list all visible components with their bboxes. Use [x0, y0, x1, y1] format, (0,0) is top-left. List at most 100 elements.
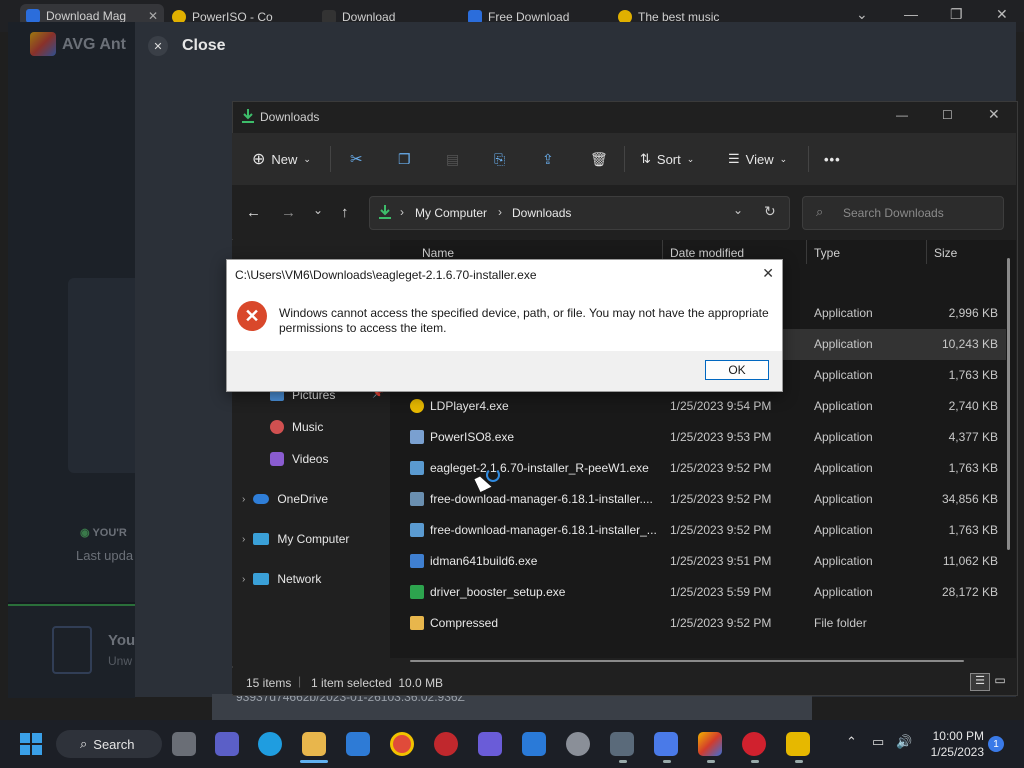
- nav-item-onedrive[interactable]: › OneDrive: [242, 487, 328, 511]
- more-options-button[interactable]: •••: [824, 146, 841, 172]
- table-row[interactable]: idman641build6.exe 1/25/2023 9:51 PM App…: [390, 546, 1006, 577]
- up-icon[interactable]: ↑: [341, 204, 349, 221]
- app-icon[interactable]: [522, 732, 546, 756]
- videos-icon: [270, 452, 284, 466]
- nav-item-network[interactable]: › Network: [242, 567, 321, 591]
- edge-icon[interactable]: [258, 732, 282, 756]
- search-placeholder[interactable]: Search Downloads: [843, 206, 944, 220]
- active-indicator: [300, 760, 328, 763]
- forward-icon[interactable]: →: [281, 204, 296, 221]
- table-row[interactable]: PowerISO8.exe 1/25/2023 9:53 PM Applicat…: [390, 422, 1006, 453]
- chevron-right-icon: ›: [498, 205, 502, 219]
- column-header-type[interactable]: Type: [814, 246, 840, 260]
- share-icon[interactable]: ⇪: [542, 146, 554, 172]
- paste-icon[interactable]: ▤: [446, 146, 459, 172]
- avg-promo-title: You: [108, 632, 136, 649]
- file-explorer-icon[interactable]: [302, 732, 326, 756]
- computer-icon: [253, 533, 270, 545]
- maximize-icon[interactable]: ☐: [942, 108, 953, 122]
- divider[interactable]: [806, 240, 807, 264]
- table-row[interactable]: driver_booster_setup.exe 1/25/2023 5:59 …: [390, 577, 1006, 608]
- vertical-scrollbar[interactable]: [1007, 258, 1010, 550]
- ldplayer-icon[interactable]: [786, 732, 810, 756]
- error-icon: ✕: [237, 301, 267, 331]
- details-view-icon[interactable]: ☰: [970, 673, 990, 691]
- chrome-icon[interactable]: [390, 732, 414, 756]
- back-icon[interactable]: ←: [246, 204, 261, 221]
- chevron-down-icon: ⌄: [303, 153, 311, 164]
- delete-icon[interactable]: 🗑: [590, 146, 608, 172]
- divider: [624, 146, 625, 172]
- avg-status-text: ◉ YOU'R: [80, 527, 127, 539]
- column-header-date[interactable]: Date modified: [670, 246, 744, 260]
- avg-icon[interactable]: [698, 732, 722, 756]
- chevron-down-icon[interactable]: ⌄: [856, 6, 868, 23]
- chevron-right-icon: ›: [400, 205, 404, 219]
- store-icon[interactable]: [346, 732, 370, 756]
- column-header-name[interactable]: Name: [422, 246, 454, 260]
- chevron-down-icon: ⌄: [779, 153, 788, 164]
- app-icon[interactable]: [654, 732, 678, 756]
- minimize-icon[interactable]: —: [904, 6, 918, 22]
- settings-icon[interactable]: [566, 732, 590, 756]
- minimize-icon[interactable]: —: [896, 108, 908, 122]
- breadcrumb-item[interactable]: My Computer: [415, 206, 487, 220]
- notification-badge[interactable]: 1: [988, 736, 1004, 752]
- close-window-icon[interactable]: ✕: [996, 6, 1008, 23]
- network-icon[interactable]: ▭: [872, 734, 884, 750]
- divider: [808, 146, 809, 172]
- recent-locations-icon[interactable]: ⌄: [313, 203, 323, 217]
- installer-icon: [410, 492, 424, 506]
- close-window-icon[interactable]: ✕: [988, 106, 1000, 123]
- nav-item-music[interactable]: Music: [270, 415, 323, 439]
- task-manager-icon[interactable]: [610, 732, 634, 756]
- start-icon[interactable]: [20, 733, 42, 755]
- copy-icon[interactable]: ❐: [398, 146, 411, 172]
- close-icon[interactable]: ✕: [762, 265, 774, 282]
- nav-item-videos[interactable]: Videos: [270, 447, 328, 471]
- avg-card: [68, 278, 135, 473]
- close-icon[interactable]: ✕: [148, 36, 168, 56]
- clock-date[interactable]: 1/25/2023: [926, 745, 984, 759]
- sort-button[interactable]: ⇅ Sort ⌄: [640, 146, 694, 172]
- divider[interactable]: [926, 240, 927, 264]
- horizontal-scrollbar[interactable]: [410, 660, 964, 662]
- dialog-footer: [227, 351, 782, 391]
- poweriso-icon[interactable]: [478, 732, 502, 756]
- running-indicator: [663, 760, 671, 763]
- dialog-message: Windows cannot access the specified devi…: [279, 306, 769, 335]
- view-button[interactable]: ☰ View ⌄: [728, 146, 787, 172]
- taskbar-search[interactable]: ⌕ Search: [56, 730, 162, 758]
- app-icon[interactable]: [434, 732, 458, 756]
- table-row[interactable]: free-download-manager-6.18.1-installer_.…: [390, 515, 1006, 546]
- table-row[interactable]: Compressed 1/25/2023 9:52 PM File folder: [390, 608, 1006, 639]
- chevron-right-icon: ›: [242, 573, 246, 585]
- close-button[interactable]: Close: [182, 37, 226, 55]
- chevron-down-icon[interactable]: ⌄: [733, 203, 743, 217]
- volume-icon[interactable]: 🔊: [896, 734, 912, 750]
- chevron-up-icon[interactable]: ⌃: [846, 734, 857, 750]
- task-view-icon[interactable]: [172, 732, 196, 756]
- ok-button[interactable]: OK: [705, 360, 769, 380]
- item-count: 15 items: [246, 676, 292, 690]
- new-button[interactable]: ⊕ New ⌄: [252, 146, 311, 172]
- table-row[interactable]: LDPlayer4.exe 1/25/2023 9:54 PM Applicat…: [390, 391, 1006, 422]
- teams-icon[interactable]: [215, 732, 239, 756]
- installer-icon: [410, 461, 424, 475]
- clock-time[interactable]: 10:00 PM: [926, 729, 984, 743]
- busy-spinner-icon: [486, 468, 500, 482]
- column-header-size[interactable]: Size: [934, 246, 957, 260]
- cut-icon[interactable]: ✂: [350, 146, 363, 172]
- nav-item-my-computer[interactable]: › My Computer: [242, 527, 349, 551]
- rename-icon[interactable]: ⎘: [494, 146, 505, 172]
- close-icon[interactable]: ✕: [148, 9, 158, 23]
- running-indicator: [619, 760, 627, 763]
- refresh-icon[interactable]: ↻: [764, 203, 776, 220]
- avg-logo-icon: [30, 32, 56, 56]
- maximize-icon[interactable]: ❐: [950, 6, 963, 23]
- check-icon: ◉: [80, 527, 90, 539]
- tiles-view-icon[interactable]: ▭: [992, 673, 1008, 689]
- opera-icon[interactable]: [742, 732, 766, 756]
- breadcrumb-item[interactable]: Downloads: [512, 206, 571, 220]
- avg-title: AVG Ant: [62, 36, 126, 53]
